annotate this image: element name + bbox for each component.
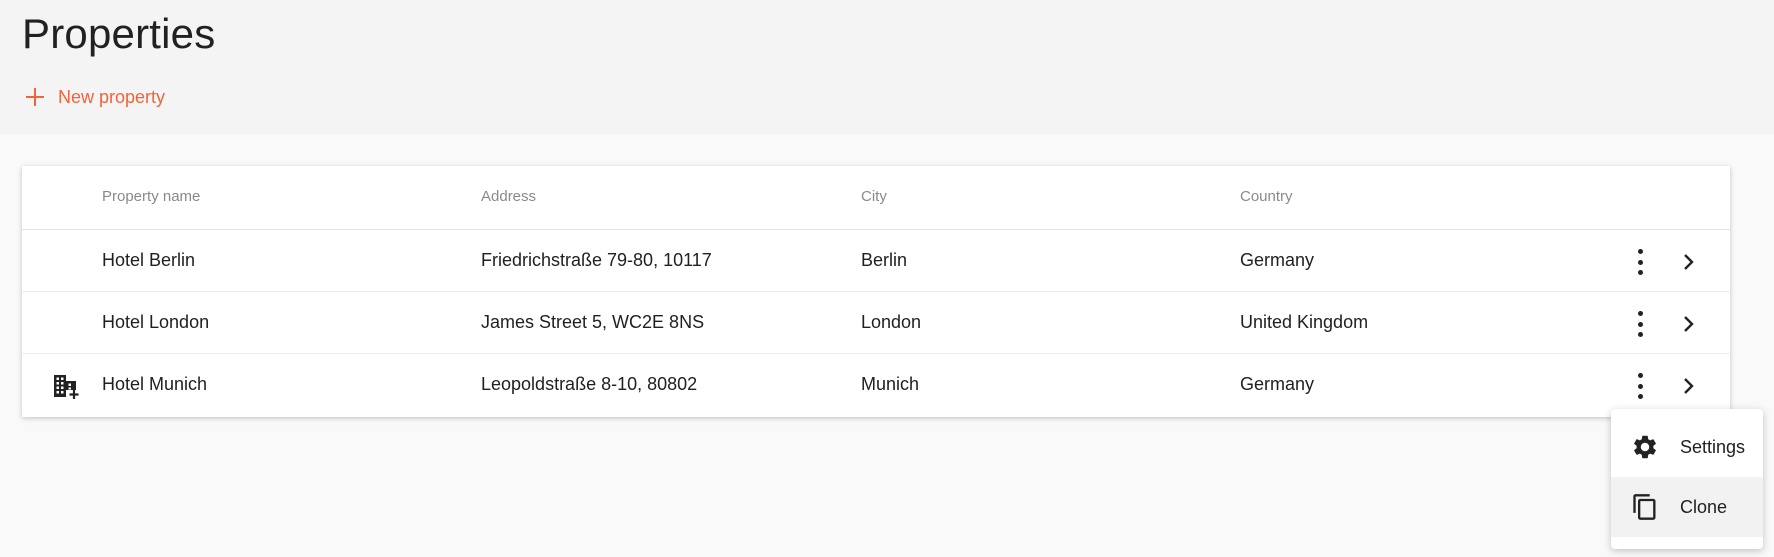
chevron-right-icon[interactable] — [1677, 375, 1699, 397]
property-city: Munich — [861, 374, 920, 394]
column-header-city: City — [861, 188, 887, 205]
property-city: London — [861, 312, 922, 332]
properties-table: Property name Address City Country Hotel… — [22, 166, 1730, 417]
more-vert-icon[interactable] — [1634, 311, 1646, 337]
row-context-menu: Settings Clone — [1611, 409, 1763, 549]
new-property-button[interactable]: New property — [24, 82, 165, 112]
column-header-country: Country — [1240, 188, 1293, 205]
chevron-right-icon[interactable] — [1677, 313, 1699, 335]
property-address: Friedrichstraße 79-80, 10117 — [481, 250, 712, 270]
table-header: Property name Address City Country — [22, 166, 1730, 230]
table-row[interactable]: Hotel Munich Leopoldstraße 8-10, 80802 M… — [22, 354, 1730, 417]
copy-icon — [1633, 494, 1656, 520]
chevron-right-icon[interactable] — [1677, 251, 1699, 273]
table-row[interactable]: Hotel Berlin Friedrichstraße 79-80, 1011… — [22, 230, 1730, 292]
column-header-address: Address — [481, 188, 537, 205]
menu-item-label: Clone — [1680, 496, 1728, 517]
property-country: Germany — [1240, 374, 1315, 394]
domain-add-icon — [54, 375, 79, 399]
property-country: Germany — [1240, 250, 1315, 270]
property-name: Hotel Munich — [102, 374, 208, 394]
page-header: Properties New property — [0, 0, 1774, 134]
property-name: Hotel London — [102, 312, 210, 332]
property-address: James Street 5, WC2E 8NS — [481, 312, 705, 332]
more-vert-icon[interactable] — [1634, 373, 1646, 399]
menu-item-label: Settings — [1680, 436, 1746, 457]
new-property-label: New property — [58, 86, 166, 107]
menu-item-clone[interactable]: Clone — [1611, 477, 1763, 537]
property-name: Hotel Berlin — [102, 250, 196, 270]
property-address: Leopoldstraße 8-10, 80802 — [481, 374, 698, 394]
column-header-name: Property name — [102, 188, 201, 205]
more-vert-icon[interactable] — [1634, 249, 1646, 275]
page-title: Properties — [22, 10, 216, 57]
property-city: Berlin — [861, 250, 908, 270]
plus-icon — [26, 88, 44, 106]
gear-icon — [1634, 435, 1656, 459]
menu-item-settings[interactable]: Settings — [1611, 417, 1763, 477]
property-country: United Kingdom — [1240, 312, 1369, 332]
table-row[interactable]: Hotel London James Street 5, WC2E 8NS Lo… — [22, 292, 1730, 354]
